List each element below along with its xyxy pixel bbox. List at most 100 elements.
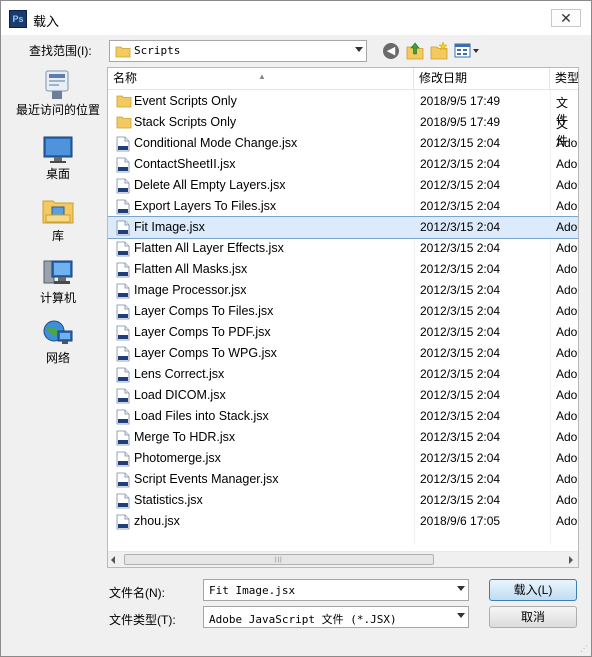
column-type-label: 类型 [555, 71, 579, 85]
file-name: Conditional Mode Change.jsx [134, 136, 298, 150]
chevron-down-icon[interactable] [457, 613, 465, 618]
file-type: Ado [556, 325, 578, 339]
file-name: Photomerge.jsx [134, 451, 221, 465]
file-modified: 2012/3/15 2:04 [420, 472, 501, 486]
file-row[interactable]: Lens Correct.jsx 2012/3/15 2:04 Ado [108, 364, 578, 385]
file-modified: 2012/3/15 2:04 [420, 451, 501, 465]
column-modified[interactable]: 修改日期 [414, 68, 550, 89]
file-type: Ado [556, 157, 578, 171]
file-row[interactable]: Flatten All Layer Effects.jsx 2012/3/15 2… [108, 238, 578, 259]
folder-icon [116, 115, 132, 132]
file-name: Merge To HDR.jsx [134, 430, 236, 444]
file-row[interactable]: Delete All Empty Layers.jsx 2012/3/15 2:0… [108, 175, 578, 196]
open-button[interactable]: 载入(L) [489, 579, 577, 601]
file-name: zhou.jsx [134, 514, 180, 528]
file-name: Export Layers To Files.jsx [134, 199, 277, 213]
new-folder-icon[interactable] [429, 41, 449, 61]
jsx-file-icon [116, 346, 130, 365]
file-name: Layer Comps To PDF.jsx [134, 325, 271, 339]
file-row[interactable]: zhou.jsx 2018/9/6 17:05 Ado [108, 511, 578, 532]
file-row[interactable]: Export Layers To Files.jsx 2012/3/15 2:04… [108, 196, 578, 217]
cancel-button[interactable]: 取消 [489, 606, 577, 628]
file-row[interactable]: Photomerge.jsx 2012/3/15 2:04 Ado [108, 448, 578, 469]
jsx-file-icon [116, 199, 130, 218]
file-row[interactable]: Layer Comps To Files.jsx 2012/3/15 2:04 Ad… [108, 301, 578, 322]
file-row[interactable]: Layer Comps To WPG.jsx 2012/3/15 2:04 Ado [108, 343, 578, 364]
file-modified: 2012/3/15 2:04 [420, 346, 501, 360]
column-name[interactable]: 名称 ▲ [108, 68, 414, 89]
file-row[interactable]: Flatten All Masks.jsx 2012/3/15 2:04 Ado [108, 259, 578, 280]
place-libraries[interactable]: 库 [9, 195, 107, 244]
filename-input[interactable]: Fit Image.jsx [203, 579, 469, 601]
file-row[interactable]: Layer Comps To PDF.jsx 2012/3/15 2:04 Ado [108, 322, 578, 343]
place-recent[interactable]: 最近访问的位置 [9, 69, 107, 118]
column-name-label: 名称 [113, 71, 138, 85]
horizontal-scrollbar[interactable]: ||| [108, 551, 578, 567]
jsx-file-icon [116, 283, 130, 302]
file-row[interactable]: Fit Image.jsx 2012/3/15 2:04 Ado [108, 216, 578, 239]
file-row[interactable]: Merge To HDR.jsx 2012/3/15 2:04 Ado [108, 427, 578, 448]
file-modified: 2012/3/15 2:04 [420, 199, 501, 213]
grip-icon: ||| [275, 557, 283, 563]
place-network[interactable]: 网络 [9, 317, 107, 366]
resize-grip-icon[interactable]: ⋰ [580, 644, 588, 653]
place-desktop[interactable]: 桌面 [9, 135, 107, 182]
file-name: Layer Comps To Files.jsx [134, 304, 274, 318]
file-row[interactable]: Conditional Mode Change.jsx 2012/3/15 2:0… [108, 133, 578, 154]
back-button[interactable]: ◀ [381, 41, 401, 61]
file-row[interactable]: Load DICOM.jsx 2012/3/15 2:04 Ado [108, 385, 578, 406]
file-modified: 2012/3/15 2:04 [420, 325, 501, 339]
photoshop-icon: Ps [9, 10, 27, 28]
jsx-file-icon [116, 493, 130, 512]
chevron-down-icon[interactable] [457, 586, 465, 591]
file-list[interactable]: 名称 ▲ 修改日期 类型 Event Scripts Only 2018/9/5 … [107, 67, 579, 568]
file-modified: 2012/3/15 2:04 [420, 262, 501, 276]
file-type: Ado [556, 472, 578, 486]
file-row[interactable]: ContactSheetII.jsx 2012/3/15 2:04 Ado [108, 154, 578, 175]
place-label: 计算机 [39, 291, 76, 305]
jsx-file-icon [116, 451, 130, 470]
file-row[interactable]: Statistics.jsx 2012/3/15 2:04 Ado [108, 490, 578, 511]
file-modified: 2012/3/15 2:04 [420, 136, 501, 150]
place-computer[interactable]: 计算机 [9, 257, 107, 306]
jsx-file-icon [116, 367, 130, 386]
file-modified: 2012/3/15 2:04 [420, 409, 501, 423]
title-bar[interactable]: Ps 载入 ✕ [1, 1, 591, 35]
computer-icon [43, 260, 73, 284]
view-menu-icon[interactable] [453, 41, 481, 61]
chevron-down-icon[interactable] [355, 47, 363, 52]
file-type: Ado [556, 430, 578, 444]
scroll-thumb[interactable]: ||| [124, 554, 434, 565]
filetype-dropdown[interactable]: Adobe JavaScript 文件 (*.JSX) [203, 606, 469, 628]
lookin-dropdown[interactable]: Scripts [109, 40, 367, 62]
file-row[interactable]: Image Processor.jsx 2012/3/15 2:04 Ado [108, 280, 578, 301]
file-name: Layer Comps To WPG.jsx [134, 346, 277, 360]
file-name: Lens Correct.jsx [134, 367, 225, 381]
file-name: Fit Image.jsx [134, 220, 205, 234]
file-type: Ado [556, 451, 578, 465]
back-arrow-icon: ◀ [383, 43, 399, 59]
jsx-file-icon [116, 157, 130, 176]
up-folder-icon[interactable] [405, 41, 425, 61]
libraries-icon [42, 200, 74, 224]
jsx-file-icon [116, 325, 130, 344]
scroll-right-icon[interactable] [569, 556, 573, 564]
network-icon [43, 320, 73, 344]
scroll-left-icon[interactable] [111, 556, 115, 564]
file-modified: 2012/3/15 2:04 [420, 220, 501, 234]
column-type[interactable]: 类型 [550, 68, 579, 89]
file-row[interactable]: Stack Scripts Only 2018/9/5 17:49 文件 [108, 112, 578, 148]
file-row[interactable]: Event Scripts Only 2018/9/5 17:49 文件 [108, 91, 578, 127]
lookin-label: 查找范围(I): [29, 44, 92, 58]
column-modified-label: 修改日期 [419, 71, 468, 85]
close-button[interactable]: ✕ [551, 9, 581, 27]
place-label: 网络 [45, 351, 70, 365]
file-name: Script Events Manager.jsx [134, 472, 279, 486]
folder-icon [116, 94, 132, 111]
jsx-file-icon [116, 304, 130, 323]
file-row[interactable]: Load Files into Stack.jsx 2012/3/15 2:04 A… [108, 406, 578, 427]
jsx-file-icon [116, 430, 130, 449]
file-row[interactable]: Script Events Manager.jsx 2012/3/15 2:04 A… [108, 469, 578, 490]
file-modified: 2018/9/6 17:05 [420, 514, 501, 528]
sort-ascending-icon: ▲ [258, 72, 266, 81]
